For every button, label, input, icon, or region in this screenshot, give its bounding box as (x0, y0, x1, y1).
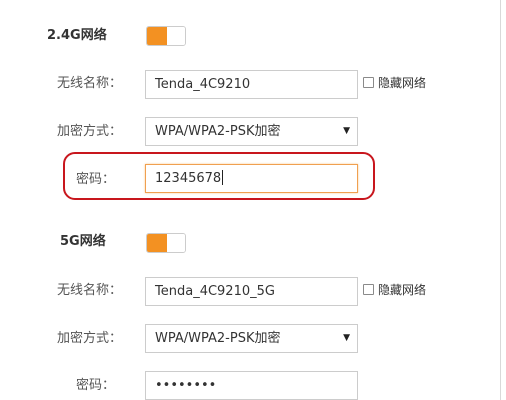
password-5g-value: •••••••• (155, 378, 217, 393)
toggle-2g[interactable] (146, 26, 186, 46)
toggle-5g[interactable] (146, 233, 186, 253)
section-title-2g: 2.4G网络 (47, 28, 107, 43)
security-2g-select[interactable]: WPA/WPA2-PSK加密 ▼ (145, 117, 358, 146)
hide-network-2g-checkbox[interactable] (363, 77, 374, 88)
dropdown-arrow-icon: ▼ (343, 126, 350, 136)
ssid-2g-input[interactable]: Tenda_4C9210 (145, 70, 358, 99)
toggle-2g-on-fill (147, 27, 167, 45)
section-title-5g: 5G网络 (60, 234, 106, 249)
security-5g-label: 加密方式： (56, 331, 122, 346)
toggle-5g-knob (167, 234, 185, 252)
password-highlight-annotation (63, 152, 375, 200)
security-2g-value: WPA/WPA2-PSK加密 (155, 124, 281, 139)
toggle-2g-knob (167, 27, 185, 45)
panel-right-border (500, 0, 501, 400)
dropdown-arrow-icon: ▼ (343, 333, 350, 343)
hide-network-5g-label: 隐藏网络 (378, 283, 427, 297)
ssid-5g-input[interactable]: Tenda_4C9210_5G (145, 277, 358, 306)
ssid-2g-label: 无线名称： (56, 76, 122, 91)
password-5g-label: 密码： (75, 378, 115, 393)
password-5g-input[interactable]: •••••••• (145, 371, 358, 400)
toggle-5g-on-fill (147, 234, 167, 252)
hide-network-2g-label: 隐藏网络 (378, 76, 427, 90)
security-5g-select[interactable]: WPA/WPA2-PSK加密 ▼ (145, 324, 358, 353)
security-5g-value: WPA/WPA2-PSK加密 (155, 331, 281, 346)
hide-network-5g-checkbox[interactable] (363, 284, 374, 295)
security-2g-label: 加密方式： (56, 124, 122, 139)
ssid-5g-label: 无线名称： (56, 283, 122, 298)
